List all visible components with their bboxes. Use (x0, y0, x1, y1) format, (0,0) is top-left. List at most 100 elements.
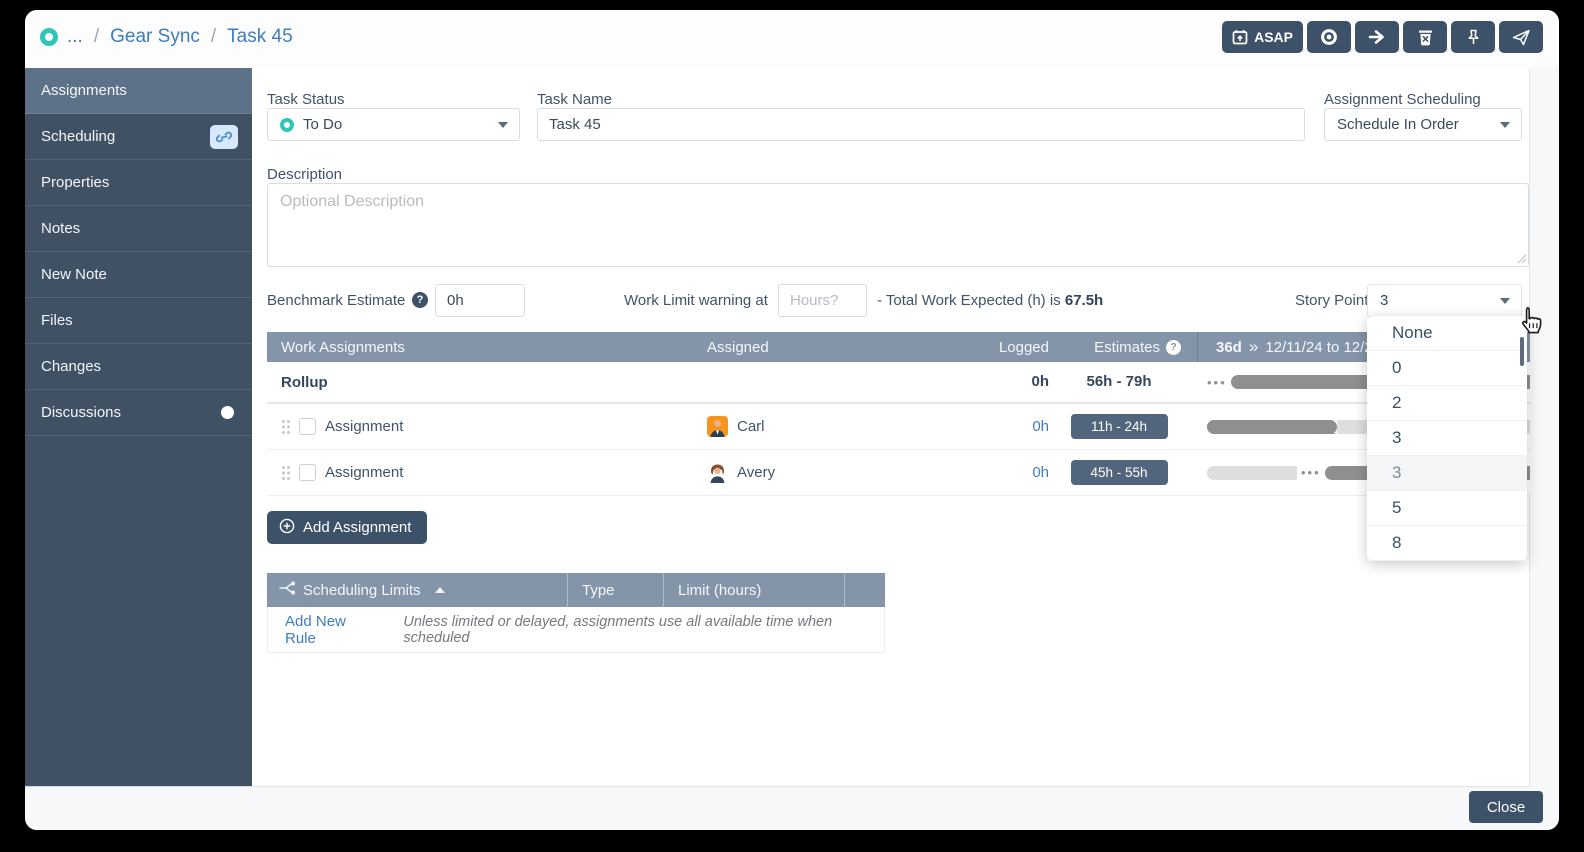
pushpin-icon (1465, 29, 1482, 46)
toolbar: ASAP (1222, 21, 1543, 53)
right-rail (1530, 68, 1559, 787)
task-name-input[interactable] (537, 108, 1305, 141)
sidebar-item-label: Discussions (41, 404, 121, 421)
limits-hint-text: Unless limited or delayed, assignments u… (403, 614, 884, 646)
assignment-scheduling-label: Assignment Scheduling (1324, 91, 1481, 108)
assignee-name: Carl (737, 418, 765, 435)
column-divider (844, 573, 845, 607)
sidebar-item-label: Properties (41, 174, 109, 191)
timeline-duration: 36d (1216, 339, 1242, 356)
pin-button[interactable] (1451, 21, 1495, 53)
assignment-checkbox[interactable] (299, 464, 316, 481)
description-textarea[interactable] (267, 183, 1529, 267)
description-label: Description (267, 166, 342, 183)
story-point-option-8[interactable]: 8 (1367, 526, 1527, 561)
assignment-checkbox[interactable] (299, 418, 316, 435)
sidebar-item-label: Notes (41, 220, 80, 237)
sidebar-item-files[interactable]: Files (25, 298, 252, 344)
arrow-right-icon (1368, 28, 1386, 46)
unread-dot-badge (221, 406, 234, 419)
column-header-assigned: Assigned (707, 339, 967, 356)
sidebar-item-new-note[interactable]: New Note (25, 252, 252, 298)
benchmark-help-icon[interactable]: ? (412, 292, 428, 308)
rollup-estimates: 56h - 79h (1086, 373, 1151, 390)
rollup-row: Rollup 0h 56h - 79h ••• (267, 362, 1530, 404)
dependency-link-icon (210, 125, 238, 149)
story-point-option-3[interactable]: 3 (1367, 421, 1527, 456)
plus-circle-icon (279, 518, 295, 538)
story-point-option-0[interactable]: 0 (1367, 351, 1527, 386)
benchmark-label: Benchmark Estimate (267, 292, 405, 309)
send-button[interactable] (1499, 21, 1543, 53)
scheduling-limits-title-cell[interactable]: Scheduling Limits (267, 581, 567, 599)
chevron-down-icon (1500, 298, 1510, 304)
estimates-help-icon[interactable]: ? (1166, 340, 1181, 355)
story-point-option-none[interactable]: None (1367, 316, 1527, 351)
assignment-scheduling-value: Schedule In Order (1337, 116, 1459, 133)
asap-label: ASAP (1254, 29, 1293, 45)
total-work-text: - Total Work Expected (h) is 67.5h (877, 292, 1103, 309)
logged-hours-link[interactable]: 0h (1032, 418, 1049, 435)
dropdown-scrollbar-thumb[interactable] (1520, 337, 1524, 366)
story-point-label: Story Point (1295, 292, 1368, 309)
story-point-option-5[interactable]: 5 (1367, 491, 1527, 526)
sort-ascending-icon (435, 587, 445, 593)
work-assignments-header: Work Assignments Assigned Logged Estimat… (267, 332, 1530, 362)
task-status-icon (40, 28, 58, 46)
task-name-label: Task Name (537, 91, 612, 108)
chevron-down-icon (498, 122, 508, 128)
sidebar-item-label: Files (41, 312, 73, 329)
sidebar-item-scheduling[interactable]: Scheduling (25, 114, 252, 160)
sidebar-item-label: Assignments (41, 82, 127, 99)
add-assignment-label: Add Assignment (303, 519, 411, 536)
column-header-estimates: Estimates ? (1049, 339, 1189, 356)
task-status-select[interactable]: To Do (267, 108, 520, 141)
calendar-up-icon (1232, 29, 1248, 45)
column-header-name: Work Assignments (267, 339, 707, 356)
benchmark-input[interactable] (435, 284, 525, 317)
work-assignments-table: Work Assignments Assigned Logged Estimat… (267, 332, 1530, 496)
breadcrumb-separator: / (211, 26, 216, 48)
sidebar-item-changes[interactable]: Changes (25, 344, 252, 390)
logged-hours-link[interactable]: 0h (1032, 464, 1049, 481)
sidebar-item-notes[interactable]: Notes (25, 206, 252, 252)
story-point-select[interactable]: 3 (1367, 284, 1522, 317)
scheduling-limits-title: Scheduling Limits (303, 582, 421, 599)
branch-icon (279, 581, 295, 599)
record-circle-icon (1320, 28, 1338, 46)
delete-button[interactable] (1403, 21, 1447, 53)
total-work-value: 67.5h (1065, 292, 1103, 309)
add-new-rule-link[interactable]: Add New Rule (285, 613, 377, 647)
breadcrumb-project-link[interactable]: Gear Sync (110, 26, 200, 48)
sidebar-item-assignments[interactable]: Assignments (25, 68, 252, 114)
work-limit-input[interactable] (778, 284, 867, 317)
assignment-row: Assignment Avery 0h 45h - 55h ••• (267, 450, 1530, 496)
breadcrumb-task-link[interactable]: Task 45 (227, 26, 292, 48)
asap-schedule-button[interactable]: ASAP (1222, 21, 1303, 53)
assignment-scheduling-select[interactable]: Schedule In Order (1324, 108, 1522, 141)
estimate-chip[interactable]: 11h - 24h (1071, 414, 1168, 439)
record-status-button[interactable] (1307, 21, 1351, 53)
gantt-drag-handle[interactable] (1312, 433, 1338, 434)
scheduling-limits-table: Scheduling Limits Type Limit (hours) Add… (267, 573, 885, 653)
drag-handle-icon[interactable] (281, 465, 291, 481)
story-point-option-3-selected[interactable]: 3 (1367, 456, 1527, 491)
paper-plane-icon (1512, 28, 1531, 47)
assignment-label: Assignment (325, 418, 403, 435)
task-status-label: Task Status (267, 91, 345, 108)
avatar (707, 416, 728, 437)
timeline-overflow-dots: ••• (1207, 375, 1227, 390)
story-point-option-2[interactable]: 2 (1367, 386, 1527, 421)
sidebar-item-discussions[interactable]: Discussions (25, 390, 252, 436)
sidebar-item-properties[interactable]: Properties (25, 160, 252, 206)
breadcrumb-separator: / (94, 26, 99, 48)
add-assignment-button[interactable]: Add Assignment (267, 511, 427, 544)
breadcrumb-ellipsis[interactable]: ... (67, 26, 83, 48)
story-point-dropdown-menu: None 0 2 3 3 5 8 (1367, 316, 1527, 561)
close-button[interactable]: Close (1469, 791, 1543, 823)
drag-handle-icon[interactable] (281, 419, 291, 435)
move-forward-button[interactable] (1355, 21, 1399, 53)
avatar (707, 462, 728, 483)
estimate-chip[interactable]: 45h - 55h (1071, 460, 1168, 485)
rollup-logged: 0h (1031, 373, 1049, 390)
